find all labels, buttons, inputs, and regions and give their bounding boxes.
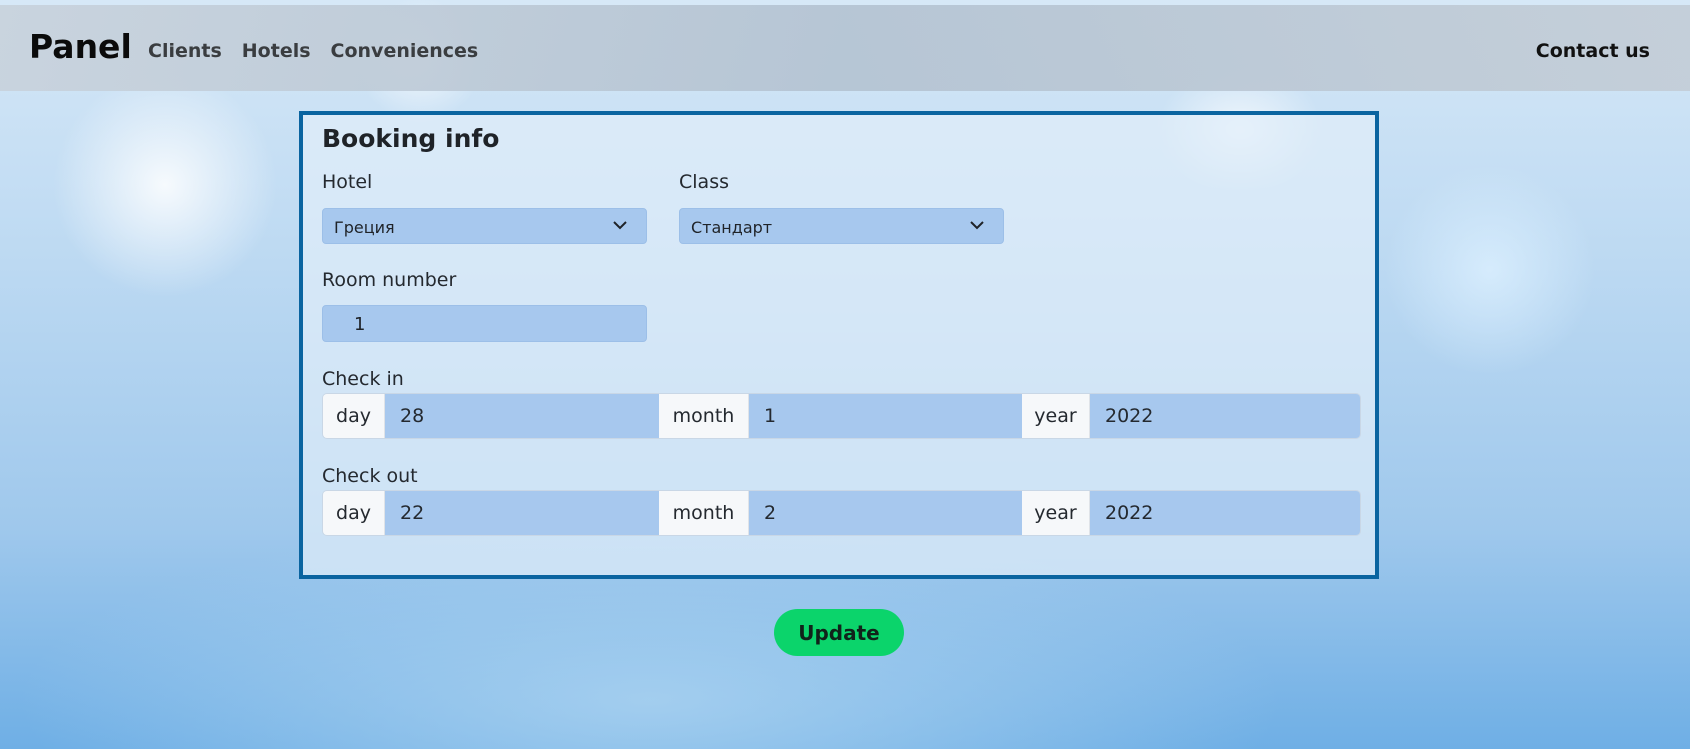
nav-link-hotels[interactable]: Hotels [242, 40, 311, 62]
check-out-group: day 22 month 2 year 2022 [322, 490, 1361, 536]
chevron-down-icon [970, 221, 984, 230]
hotel-select-value: Греция [334, 218, 395, 237]
update-button[interactable]: Update [774, 609, 904, 656]
check-in-day-addon: day [323, 394, 385, 438]
check-out-day-addon: day [323, 491, 385, 535]
class-select-value: Стандарт [691, 218, 773, 237]
class-label: Class [679, 171, 729, 193]
nav-link-clients[interactable]: Clients [148, 40, 222, 62]
booking-info-card: Booking info Hotel Греция Class Стандарт… [299, 111, 1379, 579]
chevron-down-icon [613, 221, 627, 230]
check-out-year-addon: year [1022, 491, 1090, 535]
page-bottom-strip [0, 749, 1690, 756]
check-out-month-input[interactable]: 2 [749, 491, 1022, 535]
hotel-label: Hotel [322, 171, 373, 193]
check-out-label: Check out [322, 465, 418, 487]
check-in-year-input[interactable]: 2022 [1090, 394, 1360, 438]
hotel-select[interactable]: Греция [322, 208, 647, 244]
check-out-month-addon: month [659, 491, 749, 535]
room-number-input[interactable]: 1 [322, 305, 647, 342]
card-title: Booking info [322, 124, 500, 153]
brand-logo[interactable]: Panel [29, 27, 132, 66]
nav-link-contact-us[interactable]: Contact us [1536, 40, 1650, 62]
room-number-label: Room number [322, 269, 457, 291]
check-in-label: Check in [322, 368, 404, 390]
check-out-year-input[interactable]: 2022 [1090, 491, 1360, 535]
navbar: Panel Clients Hotels Conveniences Contac… [0, 5, 1690, 91]
check-in-month-input[interactable]: 1 [749, 394, 1022, 438]
nav-links: Clients Hotels Conveniences [148, 40, 478, 62]
check-out-day-input[interactable]: 22 [385, 491, 659, 535]
check-in-group: day 28 month 1 year 2022 [322, 393, 1361, 439]
class-select[interactable]: Стандарт [679, 208, 1004, 244]
check-in-year-addon: year [1022, 394, 1090, 438]
nav-link-conveniences[interactable]: Conveniences [331, 40, 479, 62]
check-in-day-input[interactable]: 28 [385, 394, 659, 438]
check-in-month-addon: month [659, 394, 749, 438]
